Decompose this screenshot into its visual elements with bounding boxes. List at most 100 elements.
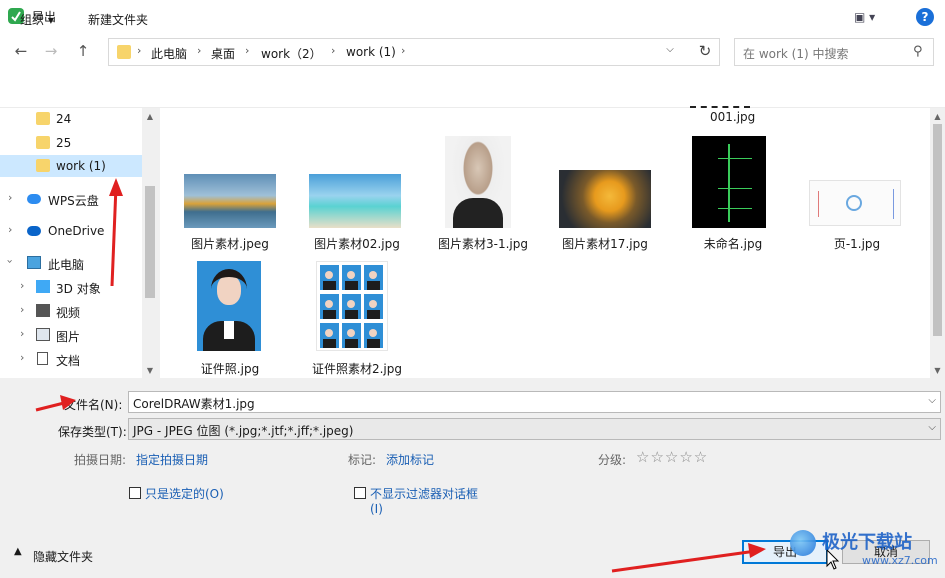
sidebar-item-24[interactable]: 24 [0, 108, 142, 130]
sidebar-item-label: OneDrive [48, 224, 105, 238]
document-icon [37, 352, 48, 365]
file-type-label: 保存类型(T): [58, 425, 127, 439]
help-icon[interactable]: ? [916, 8, 934, 26]
cube-icon [36, 280, 50, 293]
folder-icon [36, 112, 50, 125]
sidebar-item-label: work (1) [56, 159, 106, 173]
breadcrumb-this-pc[interactable]: 此电脑 [151, 45, 187, 62]
chevron-down-icon[interactable]: ⌵ [928, 395, 936, 406]
sidebar-item-25[interactable]: 25 [0, 132, 142, 154]
sidebar-item-label: 此电脑 [48, 258, 85, 272]
sidebar-item-3d-objects[interactable]: › 3D 对象 [0, 276, 142, 298]
chevron-right-icon[interactable]: › [8, 223, 12, 236]
chevron-right-icon[interactable]: › [20, 327, 24, 340]
filename-field[interactable]: CorelDRAW素材1.jpg ⌵ [128, 391, 941, 413]
date-taken-link[interactable]: 指定拍摄日期 [136, 451, 208, 468]
file-thumbnail[interactable] [309, 174, 401, 228]
new-folder-button[interactable]: 新建文件夹 [88, 11, 148, 28]
image-icon [36, 328, 50, 341]
file-name[interactable]: 001.jpg [710, 110, 755, 124]
file-thumbnail[interactable] [316, 261, 388, 351]
chevron-down-icon[interactable]: › [4, 259, 17, 263]
chevron-right-icon[interactable]: › [20, 351, 24, 364]
sidebar-item-label: 3D 对象 [56, 282, 101, 296]
breadcrumb-separator-icon: › [331, 44, 336, 57]
search-input[interactable]: 在 work (1) 中搜索 [743, 45, 848, 62]
file-name[interactable]: 证件照素材2.jpg [292, 360, 422, 377]
sidebar-item-videos[interactable]: › 视频 [0, 300, 142, 322]
file-thumbnail[interactable] [690, 100, 750, 108]
rating-label: 分级: [598, 453, 627, 467]
sidebar-item-wps-cloud[interactable]: › WPS云盘 [0, 188, 142, 210]
selected-only-checkbox[interactable] [129, 487, 141, 499]
file-thumbnail[interactable] [184, 174, 276, 228]
breadcrumb-work-1[interactable]: work (1) [346, 45, 396, 59]
chevron-right-icon[interactable]: › [20, 279, 24, 292]
no-filter-dialog-checkbox[interactable] [354, 487, 366, 499]
breadcrumb-work-2[interactable]: work（2） [261, 45, 322, 62]
sidebar-item-pictures[interactable]: › 图片 [0, 324, 142, 346]
file-thumbnail[interactable] [197, 261, 261, 351]
watermark-text: 极光下载站 [822, 532, 912, 553]
file-thumbnail[interactable] [692, 136, 766, 228]
selected-only-label[interactable]: 只是选定的(O) [145, 485, 224, 502]
file-name[interactable]: 图片素材17.jpg [540, 235, 670, 252]
film-icon [36, 304, 50, 317]
up-button[interactable]: ↑ [72, 40, 94, 62]
breadcrumb-desktop[interactable]: 桌面 [211, 45, 235, 62]
file-name[interactable]: 图片素材.jpeg [165, 235, 295, 252]
sidebar-item-label: 视频 [56, 306, 81, 320]
view-options-button[interactable]: ▣ ▾ [854, 10, 875, 24]
refresh-icon[interactable]: ↻ [693, 42, 717, 60]
toolbar [0, 72, 945, 108]
scroll-down-icon[interactable]: ▼ [930, 366, 945, 375]
no-filter-dialog-label[interactable]: 不显示过滤器对话框 [370, 485, 478, 502]
address-bar[interactable]: › 此电脑 › 桌面 › work（2） › work (1) › ⌵ ↻ [108, 38, 720, 66]
forward-button[interactable]: → [40, 40, 62, 62]
sidebar-item-this-pc[interactable]: › 此电脑 [0, 252, 142, 274]
file-type-value: JPG - JPEG 位图 (*.jpg;*.jtf;*.jff;*.jpeg) [133, 424, 354, 438]
add-tags-link[interactable]: 添加标记 [386, 451, 434, 468]
hide-folders-button[interactable]: 隐藏文件夹 [33, 548, 93, 565]
sidebar-item-documents[interactable]: › 文档 [0, 348, 142, 370]
file-name[interactable]: 页-1.jpg [792, 235, 922, 252]
file-thumbnail[interactable] [809, 180, 901, 226]
chevron-up-icon[interactable]: ▲ [14, 546, 22, 557]
organize-button[interactable]: 组织 ▾ [20, 11, 54, 28]
sidebar-item-label: WPS云盘 [48, 194, 99, 208]
file-list-scrollbar-thumb[interactable] [933, 124, 942, 336]
scroll-up-icon[interactable]: ▲ [142, 112, 158, 121]
chevron-right-icon[interactable]: › [8, 191, 12, 204]
scroll-up-icon[interactable]: ▲ [930, 112, 945, 121]
breadcrumb-separator-icon: › [197, 44, 202, 57]
chevron-down-icon[interactable]: ⌵ [661, 44, 679, 55]
file-thumbnail[interactable] [445, 136, 511, 228]
tags-label: 标记: [348, 453, 377, 467]
cloud-icon [27, 194, 41, 204]
file-type-select[interactable]: JPG - JPEG 位图 (*.jpg;*.jtf;*.jff;*.jpeg)… [128, 418, 941, 440]
file-name[interactable]: 未命名.jpg [668, 235, 798, 252]
file-name[interactable]: 证件照.jpg [165, 360, 295, 377]
file-thumbnail[interactable] [559, 170, 651, 228]
search-box[interactable]: 在 work (1) 中搜索 ⚲ [734, 38, 934, 66]
back-button[interactable]: ← [10, 40, 32, 62]
filename-value[interactable]: CorelDRAW素材1.jpg [133, 395, 255, 412]
breadcrumb-separator-icon: › [245, 44, 250, 57]
chevron-down-icon[interactable]: ⌵ [928, 422, 936, 433]
watermark-logo-icon [790, 530, 816, 556]
sidebar-item-label: 图片 [56, 330, 81, 344]
file-name[interactable]: 图片素材3-1.jpg [418, 235, 548, 252]
no-filter-dialog-shortcut[interactable]: (I) [370, 502, 383, 516]
scroll-down-icon[interactable]: ▼ [142, 366, 158, 375]
sidebar-item-work-1[interactable]: work (1) [0, 155, 142, 177]
chevron-right-icon[interactable]: › [20, 303, 24, 316]
breadcrumb-separator-icon: › [137, 44, 142, 57]
computer-icon [27, 256, 41, 269]
file-name[interactable]: 图片素材02.jpg [292, 235, 422, 252]
filename-label: 文件名(N): [64, 398, 123, 412]
onedrive-icon [27, 226, 41, 236]
sidebar-item-onedrive[interactable]: › OneDrive [0, 220, 142, 242]
sidebar-scrollbar-thumb[interactable] [145, 186, 155, 298]
date-taken-label: 拍摄日期: [74, 453, 127, 467]
rating-stars[interactable]: ☆☆☆☆☆ [636, 448, 708, 466]
